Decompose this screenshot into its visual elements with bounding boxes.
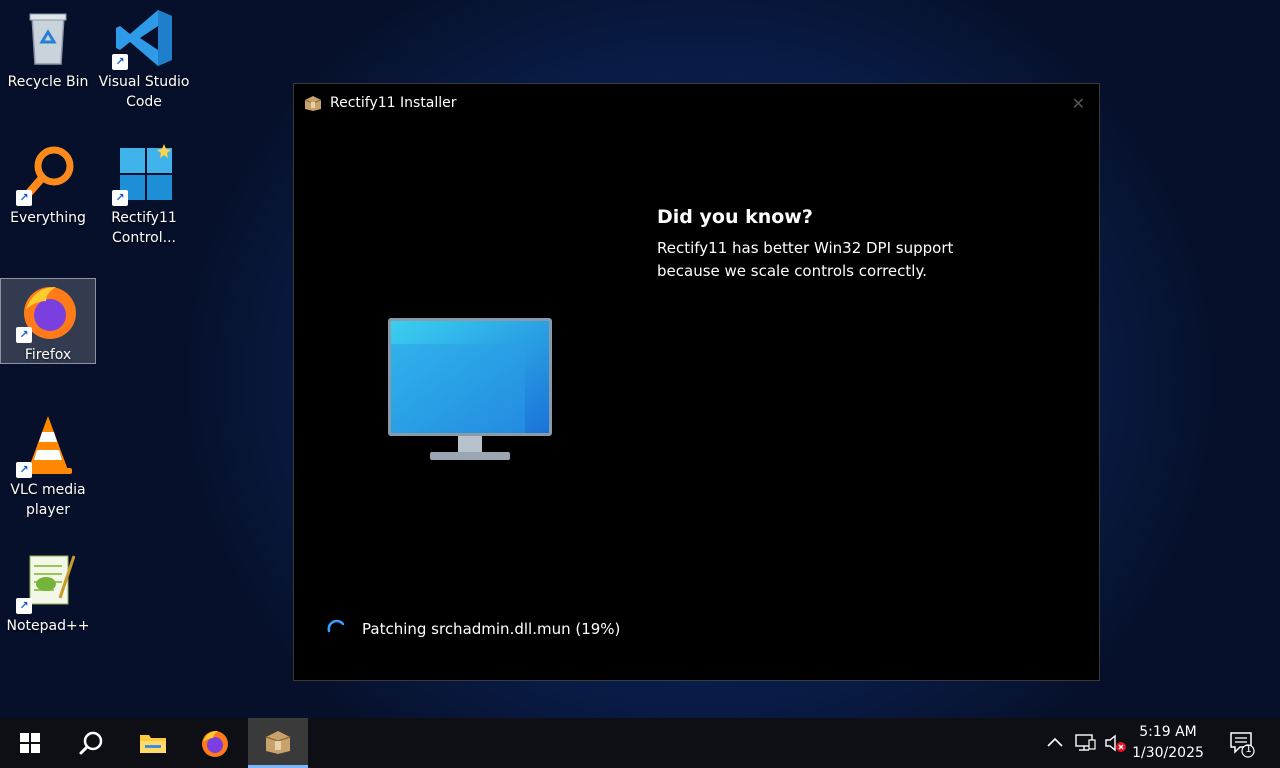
- installer-taskbar-button[interactable]: [248, 718, 308, 768]
- network-icon: [1075, 734, 1096, 751]
- desktop-icon-firefox[interactable]: ↗ Firefox: [0, 278, 96, 364]
- search-icon: [79, 731, 103, 755]
- shortcut-arrow-icon: ↗: [112, 54, 128, 70]
- installer-box-icon: [304, 96, 322, 111]
- progress-status: Patching srchadmin.dll.mun (19%): [326, 618, 620, 640]
- window-title: Rectify11 Installer: [330, 95, 457, 111]
- desktop-icon-label: Firefox: [24, 347, 72, 363]
- clock-time: 5:19 AM: [1139, 724, 1197, 740]
- loading-spinner-icon: [327, 619, 345, 633]
- firefox-icon: [202, 731, 228, 757]
- desktop-icon-label: Everything: [10, 210, 86, 226]
- file-explorer-button[interactable]: [123, 718, 183, 768]
- close-button[interactable]: ✕: [1072, 94, 1085, 113]
- desktop-icon-vscode[interactable]: ↗ Visual Studio Code: [96, 6, 192, 112]
- desktop-icon-notepadpp[interactable]: ↗ Notepad++: [0, 550, 96, 636]
- desktop-icon-label: Rectify11 Control...: [111, 210, 177, 246]
- desktop-icon-recycle-bin[interactable]: Recycle Bin: [0, 6, 96, 92]
- folder-icon: [140, 735, 166, 753]
- taskbar: 5:19 AM 1/30/2025 1: [0, 718, 1280, 768]
- desktop-icon-label: VLC media player: [10, 482, 86, 518]
- recycle-bin-icon: [16, 6, 80, 70]
- action-center-button[interactable]: 1: [1228, 730, 1256, 758]
- rectify11-control-icon: ↗: [112, 142, 176, 206]
- monitor-illustration-icon: [388, 318, 552, 460]
- shortcut-arrow-icon: ↗: [16, 327, 32, 343]
- clock[interactable]: 5:19 AM 1/30/2025: [1128, 722, 1208, 764]
- notepadpp-icon: ↗: [16, 550, 80, 614]
- installer-box-icon: [265, 730, 291, 754]
- firefox-icon: ↗: [16, 279, 80, 343]
- start-button[interactable]: [0, 718, 60, 768]
- windows-logo-icon: [20, 733, 40, 753]
- desktop-icon-everything[interactable]: ↗ Everything: [0, 142, 96, 228]
- vscode-icon: ↗: [112, 6, 176, 70]
- shortcut-arrow-icon: ↗: [16, 598, 32, 614]
- title-bar[interactable]: Rectify11 Installer ✕: [294, 84, 1099, 122]
- firefox-taskbar-button[interactable]: [185, 718, 245, 768]
- desktop-icon-vlc[interactable]: ↗ VLC media player: [0, 414, 96, 520]
- volume-muted-icon: [1105, 734, 1126, 752]
- installer-window: Rectify11 Installer ✕ Did you know? Rect…: [293, 83, 1100, 681]
- shortcut-arrow-icon: ↗: [16, 462, 32, 478]
- tip-body: Rectify11 has better Win32 DPI support b…: [657, 239, 954, 280]
- tip-title: Did you know?: [657, 206, 813, 228]
- shortcut-arrow-icon: ↗: [16, 190, 32, 206]
- desktop-icon-label: Notepad++: [6, 618, 90, 634]
- notification-count-badge: 1: [1245, 744, 1252, 755]
- vlc-cone-icon: ↗: [16, 414, 80, 478]
- network-button[interactable]: [1073, 732, 1097, 754]
- desktop-icon-label: Visual Studio Code: [98, 74, 190, 110]
- status-text: Patching srchadmin.dll.mun (19%): [362, 620, 621, 638]
- show-hidden-icons-button[interactable]: [1044, 732, 1066, 754]
- chevron-up-icon: [1047, 737, 1063, 747]
- desktop-icon-rectify11-control[interactable]: ↗ Rectify11 Control...: [96, 142, 192, 248]
- volume-button[interactable]: [1103, 732, 1127, 754]
- shortcut-arrow-icon: ↗: [112, 190, 128, 206]
- desktop-icon-label: Recycle Bin: [7, 74, 89, 90]
- clock-date: 1/30/2025: [1132, 745, 1204, 761]
- search-button[interactable]: [61, 718, 121, 768]
- everything-icon: ↗: [16, 142, 80, 206]
